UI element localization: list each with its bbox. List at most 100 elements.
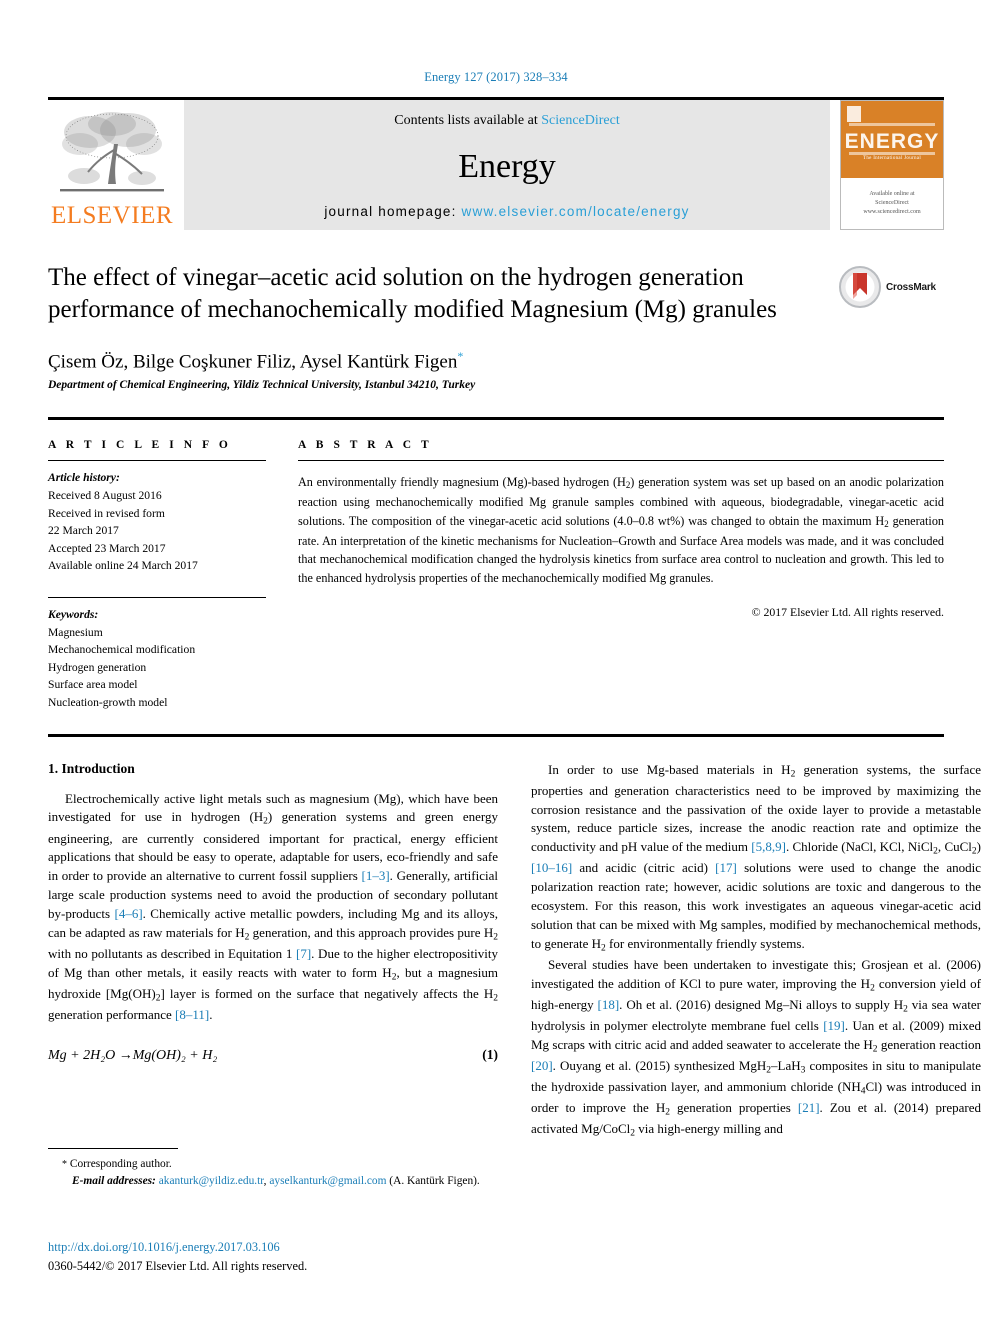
intro-paragraph-right-2: Several studies have been undertaken to … (531, 956, 981, 1141)
abstract-heading: A B S T R A C T (298, 439, 433, 452)
journal-cover-thumbnail: ENERGY The International Journal Availab… (840, 100, 944, 230)
cover-bottom-panel: Available online at ScienceDirect www.sc… (841, 177, 943, 229)
intro-r1-seg-f: and acidic (citric acid) (572, 860, 716, 876)
email-link-1[interactable]: akanturk@yildiz.edu.tr (159, 1175, 264, 1187)
abstract-text: An environmentally friendly magnesium (M… (298, 473, 944, 587)
intro-l-seg-f: with no pollutants as described in Equit… (48, 945, 296, 961)
article-history: Article history: Received 8 August 2016 … (48, 469, 266, 575)
intro-l-sub-6: 2 (493, 993, 498, 1004)
cover-caption: The International Journal (862, 155, 922, 161)
footnote-corresponding: Corresponding author. (67, 1158, 172, 1170)
citation-8-11[interactable]: [8–11] (175, 1007, 209, 1022)
author-names: Çisem Öz, Bilge Coşkuner Filiz, Aysel Ka… (48, 351, 458, 373)
citation-21[interactable]: [21] (798, 1100, 820, 1115)
doi-link[interactable]: http://dx.doi.org/10.1016/j.energy.2017.… (48, 1238, 307, 1257)
title-block: The effect of vinegar–acetic acid soluti… (48, 262, 944, 391)
elsevier-tree-icon (60, 112, 164, 192)
email-suffix: (A. Kantürk Figen). (386, 1174, 480, 1187)
elsevier-wordmark: ELSEVIER (50, 202, 174, 229)
body-left-column: 1. Introduction Electrochemically active… (48, 761, 498, 1142)
intro-r2-seg-m: via high-energy milling and (635, 1121, 783, 1137)
cover-top-panel: ENERGY The International Journal (841, 101, 943, 178)
elsevier-logo: ELSEVIER (48, 100, 176, 230)
keywords-label: Keywords: (48, 607, 99, 621)
article-history-label: Article history: (48, 471, 120, 485)
intro-paragraph-right-1: In order to use Mg-based materials in H2… (531, 761, 981, 956)
body-top-divider (48, 733, 944, 737)
masthead-center-panel: Contents lists available at ScienceDirec… (184, 100, 830, 230)
citation-17[interactable]: [17] (715, 860, 737, 875)
corresponding-author-marker: * (457, 349, 464, 363)
citation-1-3[interactable]: [1–3] (362, 868, 390, 883)
keyword-item: Surface area model (48, 678, 138, 692)
intro-r1-seg-h: for environmentally friendly systems. (605, 935, 805, 951)
body-columns: 1. Introduction Electrochemically active… (48, 761, 981, 1142)
equation-1-number: (1) (482, 1046, 498, 1062)
sciencedirect-link[interactable]: ScienceDirect (541, 113, 620, 128)
author-list: Çisem Öz, Bilge Coşkuner Filiz, Aysel Ka… (48, 349, 944, 373)
contents-prefix: Contents lists available at (394, 113, 542, 128)
cover-journal-title: ENERGY (844, 130, 940, 154)
keywords-divider (48, 596, 266, 598)
cover-sd-line2: ScienceDirect (875, 199, 909, 206)
history-line: Received 8 August 2016 (48, 488, 162, 502)
intro-l-seg-k: . (209, 1006, 213, 1022)
citation-20[interactable]: [20] (531, 1058, 553, 1073)
cover-sciencedirect-block: Available online at ScienceDirect www.sc… (841, 190, 943, 217)
citation-7[interactable]: [7] (296, 946, 311, 961)
cover-sd-line1: Available online at (869, 190, 915, 197)
intro-r1-seg-a: In order to use Mg-based materials in H (548, 761, 791, 777)
body-right-column: In order to use Mg-based materials in H2… (531, 761, 981, 1142)
info-abstract-section: A R T I C L E I N F O Article history: R… (48, 417, 944, 711)
citation-4-6[interactable]: [4–6] (114, 906, 142, 921)
intro-r1-seg-d: , CuCl (937, 839, 972, 855)
footnote-block: * Corresponding author. E-mail addresses… (48, 1148, 498, 1190)
abstract-divider (298, 460, 944, 462)
journal-masthead: ELSEVIER Contents lists available at Sci… (48, 97, 944, 230)
cover-elsevier-mark-icon (847, 106, 861, 122)
history-line: Available online 24 March 2017 (48, 559, 198, 573)
article-info-column: A R T I C L E I N F O Article history: R… (48, 439, 298, 711)
equation-1-expression: Mg + 2H₂O →Mg(OH)₂ + H₂ (48, 1047, 218, 1063)
intro-paragraph-left: Electrochemically active light metals su… (48, 790, 498, 1025)
page-title: The effect of vinegar–acetic acid soluti… (48, 264, 777, 323)
intro-l-seg-j: generation performance (48, 1006, 176, 1022)
crossmark-label: CrossMark (886, 281, 936, 293)
intro-r2-seg-c: . Oh et al. (2016) designed Mg–Ni alloys… (619, 996, 904, 1012)
equation-1: Mg + 2H₂O →Mg(OH)₂ + H₂ (1) (48, 1047, 498, 1064)
citation-5-8-9[interactable]: [5,8,9] (751, 839, 786, 854)
journal-title: Energy (458, 147, 556, 185)
history-line: Accepted 23 March 2017 (48, 541, 166, 555)
contents-line: Contents lists available at ScienceDirec… (394, 113, 620, 129)
citation-18[interactable]: [18] (598, 997, 620, 1012)
doi-block: http://dx.doi.org/10.1016/j.energy.2017.… (48, 1238, 307, 1275)
intro-r2-seg-f: generation reaction (877, 1036, 981, 1052)
running-head: Energy 127 (2017) 328–334 (424, 70, 568, 84)
footnote-divider (48, 1148, 178, 1149)
keyword-item: Hydrogen generation (48, 660, 147, 674)
article-info-divider (48, 460, 266, 462)
keyword-item: Nucleation-growth model (48, 696, 168, 710)
journal-homepage-line: journal homepage: www.elsevier.com/locat… (324, 204, 689, 219)
keywords-block: Keywords: Magnesium Mechanochemical modi… (48, 596, 266, 712)
issn-copyright-line: 0360-5442/© 2017 Elsevier Ltd. All right… (48, 1258, 308, 1273)
article-info-heading: A R T I C L E I N F O (48, 439, 232, 452)
keyword-item: Mechanochemical modification (48, 643, 196, 657)
email-label: E-mail addresses: (72, 1174, 156, 1187)
citation-10-16[interactable]: [10–16] (531, 860, 572, 875)
cover-sd-line3: www.sciencedirect.com (863, 208, 921, 215)
email-link-2[interactable]: ayselkanturk@gmail.com (269, 1175, 386, 1187)
intro-l-sub-3: 2 (493, 932, 498, 943)
crossmark-badge[interactable]: CrossMark (838, 264, 944, 310)
intro-l-seg-e: generation, and this approach provides p… (249, 924, 494, 940)
citation-19[interactable]: [19] (823, 1018, 845, 1033)
abstract-column: A B S T R A C T An environmentally frien… (298, 439, 944, 711)
intro-r2-seg-h: –LaH (771, 1057, 801, 1073)
affiliation: Department of Chemical Engineering, Yild… (48, 379, 476, 392)
article-page: Energy 127 (2017) 328–334 ELSEVIER Conte… (0, 0, 992, 1323)
keyword-item: Magnesium (48, 625, 103, 639)
introduction-heading: 1. Introduction (48, 760, 135, 776)
history-line: 22 March 2017 (48, 524, 119, 538)
journal-homepage-link[interactable]: www.elsevier.com/locate/energy (462, 204, 690, 219)
footnote-text: * Corresponding author. E-mail addresses… (48, 1156, 498, 1190)
